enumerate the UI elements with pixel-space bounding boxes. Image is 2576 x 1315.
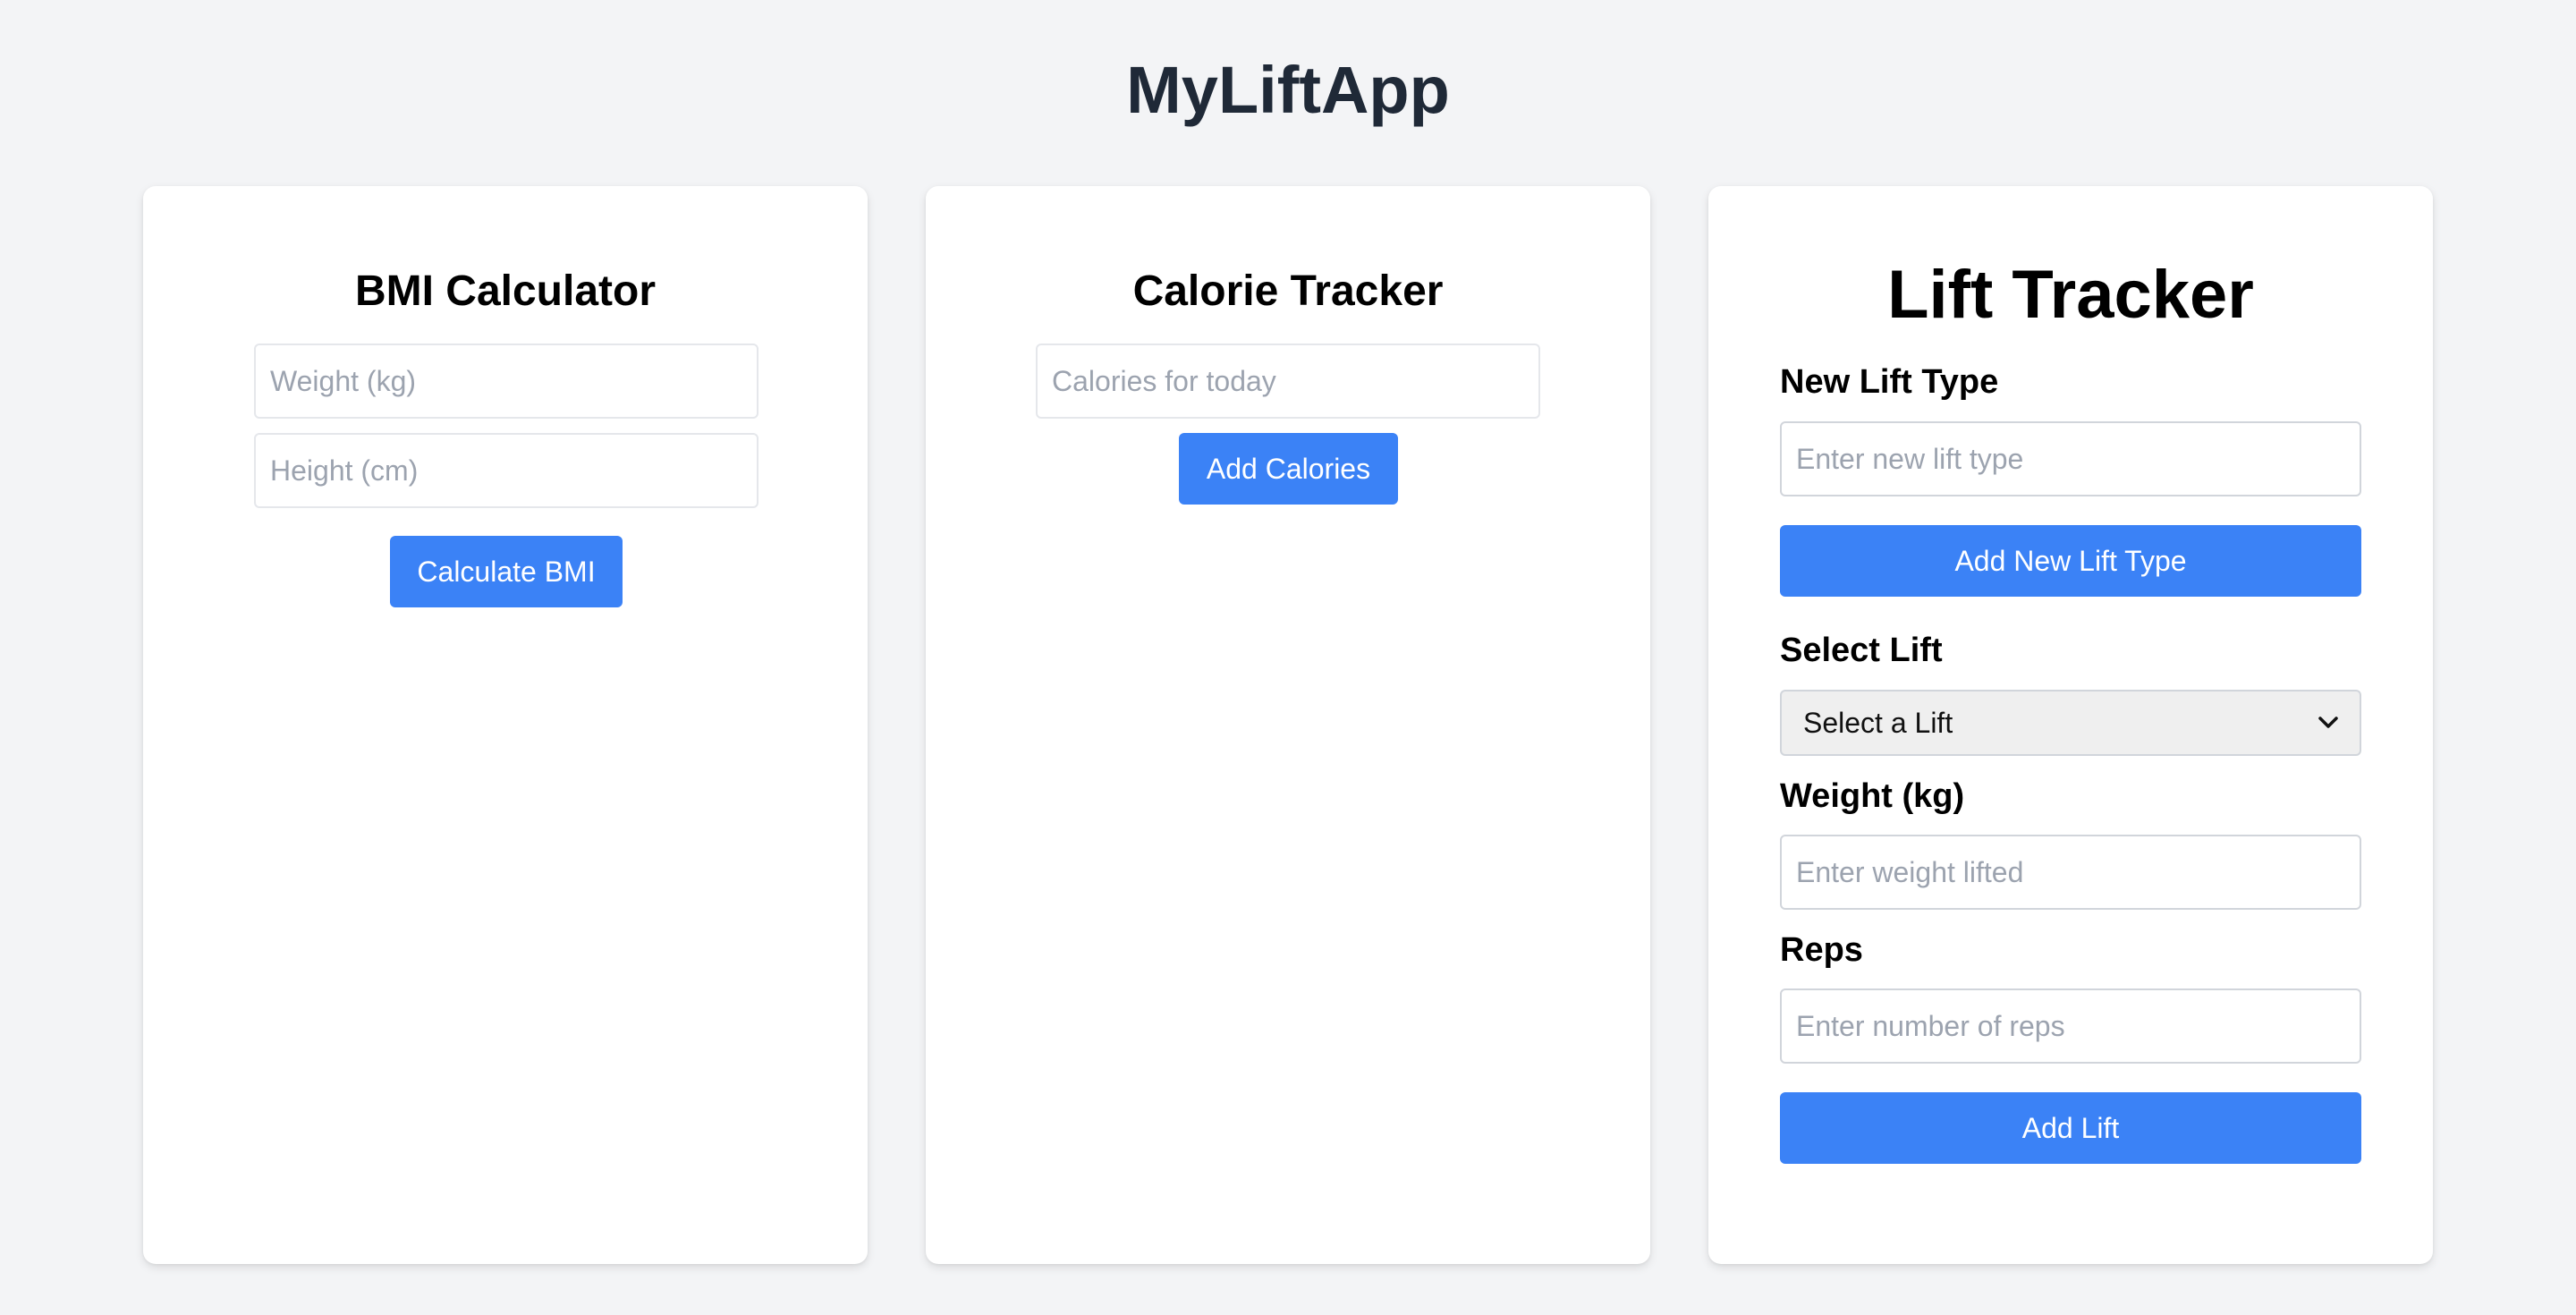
add-calories-button[interactable]: Add Calories [1179, 433, 1398, 505]
calorie-tracker-card: Calorie Tracker Add Calories [926, 186, 1650, 1264]
new-lift-type-input[interactable] [1780, 421, 2361, 496]
lift-tracker-card: Lift Tracker New Lift Type Add New Lift … [1708, 186, 2433, 1264]
new-lift-type-label: New Lift Type [1780, 363, 1999, 401]
add-new-lift-type-button[interactable]: Add New Lift Type [1780, 525, 2361, 597]
calculate-bmi-button[interactable]: Calculate BMI [390, 536, 623, 607]
select-lift-value: Select a Lift [1803, 706, 1953, 739]
calorie-tracker-title: Calorie Tracker [1132, 267, 1444, 315]
app-title: MyLiftApp [1126, 53, 1450, 127]
select-lift-label: Select Lift [1780, 632, 1943, 669]
lift-weight-input[interactable] [1780, 835, 2361, 910]
lift-tracker-title: Lift Tracker [1887, 257, 2254, 333]
bmi-calculator-card: BMI Calculator Calculate BMI [143, 186, 868, 1264]
select-lift-dropdown[interactable]: Select a Lift [1780, 690, 2361, 756]
reps-label: Reps [1780, 931, 1863, 969]
bmi-height-input[interactable] [254, 433, 758, 508]
bmi-weight-input[interactable] [254, 344, 758, 419]
lift-weight-label: Weight (kg) [1780, 777, 1965, 815]
chevron-down-icon [2318, 717, 2338, 729]
add-lift-button[interactable]: Add Lift [1780, 1092, 2361, 1164]
reps-input[interactable] [1780, 988, 2361, 1064]
bmi-calculator-title: BMI Calculator [354, 267, 657, 315]
calories-input[interactable] [1036, 344, 1540, 419]
